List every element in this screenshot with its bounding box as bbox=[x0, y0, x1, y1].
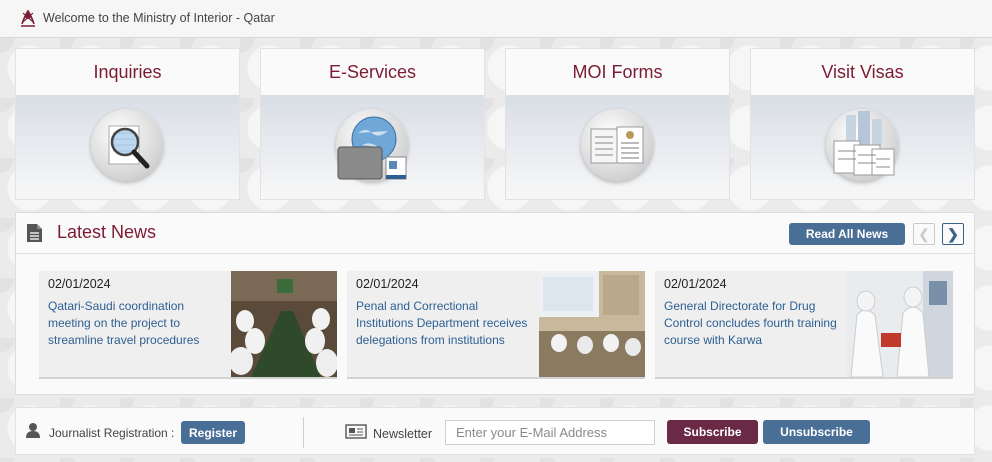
news-link[interactable]: General Directorate for Drug Control con… bbox=[664, 298, 844, 349]
news-card[interactable]: 02/01/2024 Penal and Correctional Instit… bbox=[347, 271, 645, 379]
registration-newsletter-bar: Journalist Registration : Register Newsl… bbox=[15, 407, 975, 455]
tile-title: Inquiries bbox=[93, 62, 162, 82]
journalist-registration-label: Journalist Registration : bbox=[49, 426, 175, 440]
person-icon bbox=[25, 422, 41, 444]
unsubscribe-button[interactable]: Unsubscribe bbox=[763, 420, 870, 444]
news-card[interactable]: 02/01/2024 Qatari-Saudi coordination mee… bbox=[39, 271, 337, 379]
forms-document-icon bbox=[581, 109, 653, 181]
divider bbox=[303, 417, 304, 448]
email-field[interactable] bbox=[445, 420, 655, 445]
chevron-left-icon[interactable]: ❮ bbox=[913, 223, 935, 245]
visa-documents-icon bbox=[826, 109, 898, 181]
tile-e-services[interactable]: E-Services bbox=[260, 48, 485, 200]
news-date: 02/01/2024 bbox=[48, 277, 111, 291]
tile-title: MOI Forms bbox=[572, 62, 663, 82]
welcome-text: Welcome to the Ministry of Interior - Qa… bbox=[43, 11, 275, 25]
newsletter-label: Newsletter bbox=[373, 427, 433, 441]
news-header: Latest News Read All News ❮ ❯ bbox=[16, 213, 974, 254]
magnifier-document-icon bbox=[91, 109, 163, 181]
document-icon bbox=[26, 223, 43, 248]
news-date: 02/01/2024 bbox=[356, 277, 419, 291]
news-link[interactable]: Penal and Correctional Institutions Depa… bbox=[356, 298, 536, 349]
news-photo-meeting[interactable] bbox=[231, 271, 337, 377]
tile-visit-visas[interactable]: Visit Visas bbox=[750, 48, 975, 200]
top-bar: Welcome to the Ministry of Interior - Qa… bbox=[0, 0, 992, 38]
tile-title: Visit Visas bbox=[821, 62, 904, 82]
tile-inquiries[interactable]: Inquiries bbox=[15, 48, 240, 200]
news-card[interactable]: 02/01/2024 General Directorate for Drug … bbox=[655, 271, 953, 379]
news-photo-training[interactable] bbox=[847, 271, 953, 377]
tile-title: E-Services bbox=[328, 62, 417, 82]
moi-qatar-emblem-icon[interactable] bbox=[18, 8, 38, 28]
news-heading: Latest News bbox=[57, 222, 157, 242]
chevron-right-icon[interactable]: ❯ bbox=[942, 223, 964, 245]
newspaper-icon bbox=[345, 424, 367, 444]
news-photo-delegation[interactable] bbox=[539, 271, 645, 377]
tile-moi-forms[interactable]: MOI Forms bbox=[505, 48, 730, 200]
news-link[interactable]: Qatari-Saudi coordination meeting on the… bbox=[48, 298, 228, 349]
read-all-news-button[interactable]: Read All News bbox=[789, 223, 905, 245]
news-date: 02/01/2024 bbox=[664, 277, 727, 291]
subscribe-button[interactable]: Subscribe bbox=[667, 420, 758, 444]
latest-news-panel: Latest News Read All News ❮ ❯ 02/01/2024… bbox=[15, 212, 975, 395]
globe-cards-icon bbox=[336, 109, 408, 181]
register-button[interactable]: Register bbox=[181, 421, 245, 444]
